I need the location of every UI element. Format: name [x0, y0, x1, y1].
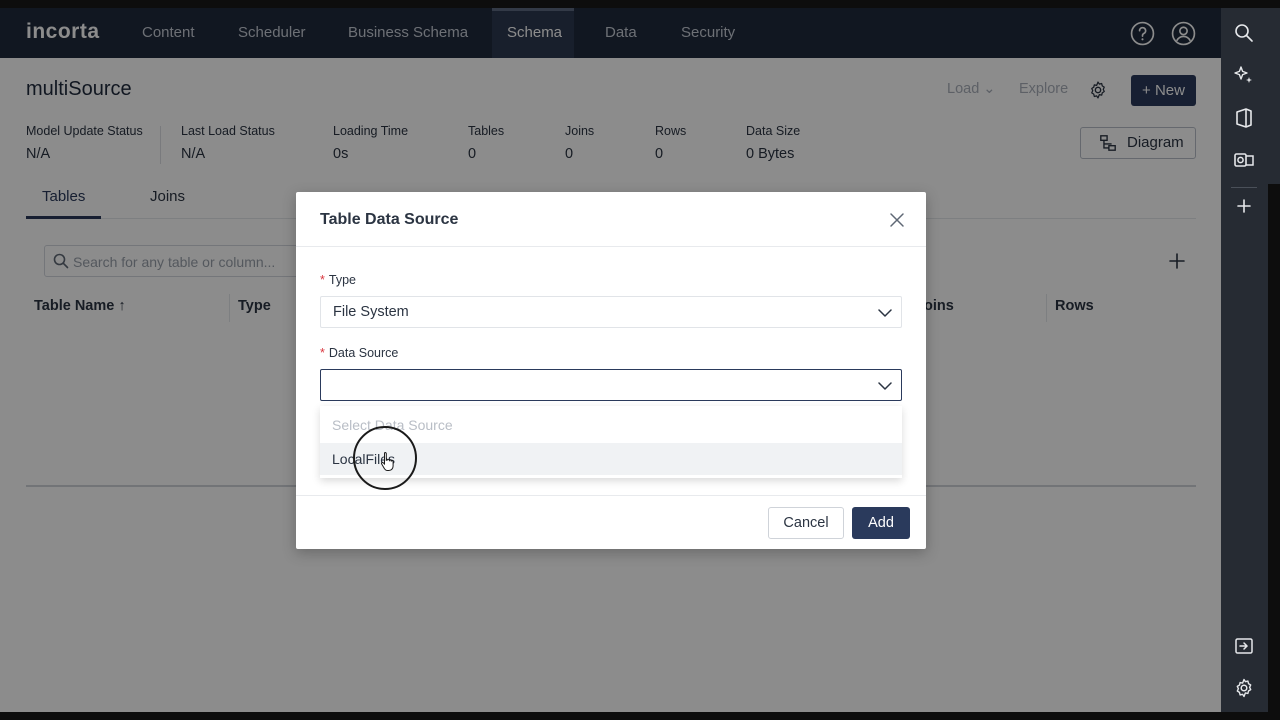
dialog-header-divider [296, 246, 926, 247]
type-label: * Type [320, 273, 356, 287]
chevron-down-icon [878, 382, 892, 390]
add-button[interactable]: Add [852, 507, 910, 539]
table-data-source-dialog: Table Data Source * Type File System * Dat… [296, 192, 926, 549]
required-marker: * [320, 273, 325, 287]
pointer-hand-cursor-icon [381, 451, 394, 471]
outlook-icon[interactable] [1233, 149, 1255, 171]
search-icon[interactable] [1233, 22, 1255, 44]
right-side-rail [1221, 8, 1268, 712]
data-source-label: * Data Source [320, 346, 399, 360]
chevron-down-icon [878, 309, 892, 317]
settings-icon[interactable] [1233, 677, 1255, 699]
adjacent-window-edge [1268, 8, 1280, 184]
office-icon[interactable] [1233, 107, 1255, 129]
plus-icon[interactable] [1233, 195, 1255, 217]
type-selected-value: File System [333, 304, 409, 320]
type-select[interactable]: File System [320, 296, 902, 328]
dialog-title: Table Data Source [320, 211, 459, 228]
cancel-button[interactable]: Cancel [768, 507, 844, 539]
data-source-select[interactable] [320, 369, 902, 401]
dialog-footer-divider [296, 495, 926, 496]
close-icon[interactable] [889, 212, 905, 228]
sparkle-icon[interactable] [1233, 64, 1255, 86]
rail-divider [1231, 187, 1257, 188]
collapse-panel-icon[interactable] [1233, 635, 1255, 657]
required-marker: * [320, 346, 325, 360]
